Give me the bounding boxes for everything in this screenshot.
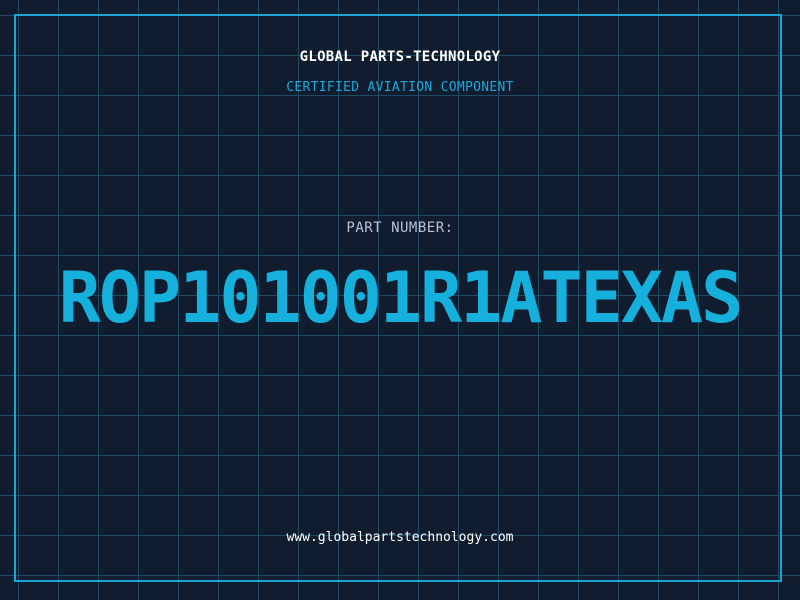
part-number-value: ROP101001R1ATEXAS [58,257,743,339]
part-number-label: PART NUMBER: [346,220,454,236]
company-name: GLOBAL PARTS-TECHNOLOGY [299,49,501,65]
certification-subtitle: CERTIFIED AVIATION COMPONENT [286,80,514,95]
website-url: www.globalpartstechnology.com [286,530,514,545]
